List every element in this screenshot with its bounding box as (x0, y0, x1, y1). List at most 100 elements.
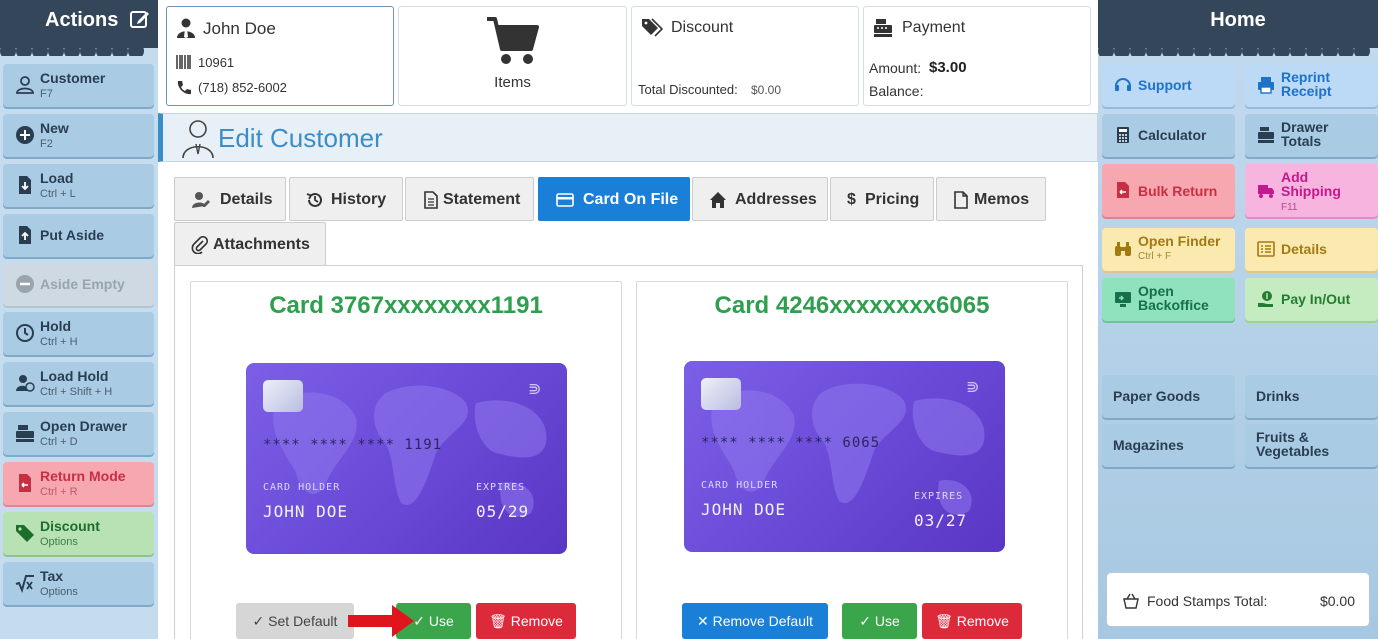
category-fruits-vegetables[interactable]: Fruits & Vegetables (1245, 424, 1378, 467)
button-label: Use (428, 613, 454, 629)
paperclip-icon (191, 236, 209, 254)
main-content: John Doe 10961 (718) 852-6002 Items Disc… (158, 0, 1098, 639)
tab-details[interactable]: Details (174, 177, 286, 221)
credit-card-icon (556, 193, 574, 207)
tab-memos[interactable]: Memos (936, 177, 1046, 221)
actions-sidebar: Actions Customer F7 New F2 Load Ctrl + L… (0, 0, 158, 639)
card-box: Card 3767xxxxxxxx1191 ⋑ **** **** **** 1… (190, 281, 622, 639)
button-shortcut: Ctrl + L (40, 188, 76, 200)
tab-card-on-file[interactable]: Card On File (538, 177, 690, 221)
customer-avatar-icon (182, 120, 214, 158)
button-label: Support (1138, 77, 1192, 93)
category-magazines[interactable]: Magazines (1102, 424, 1235, 467)
file-download-icon (19, 176, 31, 194)
put-aside-button[interactable]: Put Aside (3, 214, 154, 257)
drawer-totals-button[interactable]: Drawer Totals (1245, 114, 1378, 157)
trash-icon: 🗑 (935, 613, 957, 629)
pay-in-out-button[interactable]: Pay In/Out (1245, 278, 1378, 321)
minus-circle-icon (16, 275, 34, 293)
card-number: **** **** **** 6065 (701, 435, 881, 451)
customer-card[interactable]: John Doe 10961 (718) 852-6002 (166, 6, 394, 106)
load-button[interactable]: Load Ctrl + L (3, 164, 154, 207)
discount-card[interactable]: Discount Total Discounted: $0.00 (631, 6, 859, 106)
amount-label: Amount: (869, 60, 922, 76)
remove-default-button[interactable]: ✕ Remove Default (682, 603, 828, 639)
button-label: Details (1281, 241, 1327, 257)
actions-title: Actions (45, 9, 119, 31)
category-drinks[interactable]: Drinks (1245, 375, 1378, 418)
bulk-return-button[interactable]: Bulk Return (1102, 164, 1235, 217)
payment-title: Payment (902, 19, 966, 36)
aside-empty-button[interactable]: Aside Empty (3, 263, 154, 306)
contactless-icon: ⋑ (966, 379, 980, 396)
set-default-button[interactable]: ✓ Set Default (236, 603, 354, 639)
items-label: Items (494, 74, 531, 91)
button-label: Load Hold (40, 368, 109, 384)
user-edit-icon (192, 192, 210, 208)
open-backoffice-button[interactable]: Open Backoffice (1102, 278, 1235, 321)
support-button[interactable]: Support (1102, 64, 1235, 107)
add-shipping-button[interactable]: Add Shipping F11 (1245, 164, 1378, 217)
open-drawer-button[interactable]: Open Drawer Ctrl + D (3, 412, 154, 455)
return-mode-button[interactable]: Return Mode Ctrl + R (3, 462, 154, 505)
tags-icon (642, 18, 663, 37)
chip-icon (263, 380, 303, 412)
button-shortcut: F11 (1281, 202, 1298, 213)
trash-icon: 🗑 (489, 613, 511, 629)
tab-label: Memos (974, 191, 1030, 208)
new-button[interactable]: New F2 (3, 114, 154, 157)
contactless-icon: ⋑ (528, 381, 542, 398)
open-finder-button[interactable]: Open Finder Ctrl + F (1102, 228, 1235, 271)
reprint-receipt-button[interactable]: Reprint Receipt (1245, 64, 1378, 107)
use-button[interactable]: ✓ Use (842, 603, 917, 639)
button-label: Remove (956, 613, 1009, 629)
food-stamps-value: $0.00 (1319, 593, 1355, 609)
button-label: Discount (40, 518, 100, 534)
discount-button[interactable]: Discount Options (3, 512, 154, 555)
tab-attachments[interactable]: Attachments (174, 222, 326, 266)
edit-icon[interactable] (129, 8, 151, 30)
home-title: Home (1210, 9, 1266, 31)
button-label: Customer (40, 70, 106, 86)
calculator-button[interactable]: Calculator (1102, 114, 1235, 157)
items-card[interactable]: Items (398, 6, 627, 106)
tab-pricing[interactable]: $ Pricing (830, 177, 934, 221)
customer-button[interactable]: Customer F7 (3, 64, 154, 107)
tab-label: Pricing (865, 191, 920, 208)
load-hold-button[interactable]: Load Hold Ctrl + Shift + H (3, 362, 154, 405)
tab-statement[interactable]: Statement (405, 177, 534, 221)
clock-icon (16, 324, 34, 342)
tab-label: Card On File (583, 191, 679, 208)
edit-customer-banner: Edit Customer (158, 113, 1098, 162)
card-expires-value: 03/27 (914, 511, 968, 530)
history-icon (306, 192, 322, 207)
payment-card[interactable]: Payment Amount: $3.00 Balance: (863, 6, 1091, 106)
remove-button[interactable]: 🗑 Remove (476, 603, 576, 639)
tax-button[interactable]: Tax Options (3, 562, 154, 605)
button-shortcut: F2 (40, 138, 53, 150)
hold-button[interactable]: Hold Ctrl + H (3, 312, 154, 355)
details-button[interactable]: Details (1245, 228, 1378, 271)
remove-button[interactable]: 🗑 Remove (922, 603, 1022, 639)
discount-title: Discount (671, 19, 734, 36)
page-title: Edit Customer (218, 123, 383, 153)
tab-label: Statement (443, 191, 521, 208)
cash-register-icon (16, 425, 34, 442)
customer-id: 10961 (198, 55, 235, 70)
button-label: Tax (40, 568, 64, 584)
tag-icon (16, 525, 34, 542)
file-text-icon (424, 191, 438, 209)
button-label: Pay In/Out (1281, 291, 1351, 307)
tab-label: Attachments (213, 236, 310, 253)
category-paper-goods[interactable]: Paper Goods (1102, 375, 1235, 418)
total-discounted-value: $0.00 (751, 83, 782, 97)
card-title: Card 4246xxxxxxxx6065 (714, 292, 990, 319)
amount-value: $3.00 (929, 59, 967, 76)
tab-history[interactable]: History (289, 177, 403, 221)
button-label: Load (40, 170, 74, 186)
tab-addresses[interactable]: Addresses (692, 177, 828, 221)
user-icon (16, 76, 34, 94)
tab-label: History (331, 191, 387, 208)
button-label: Aside Empty (40, 276, 125, 292)
button-label: Add Shipping (1281, 169, 1341, 199)
